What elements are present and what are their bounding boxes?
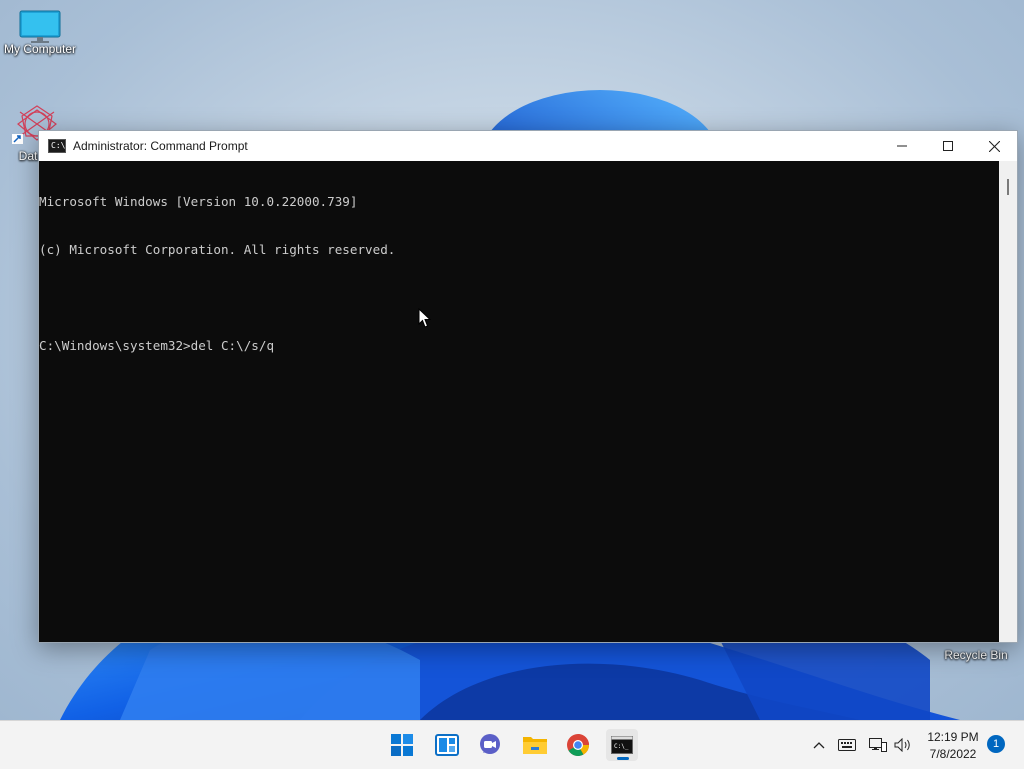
my-computer-shortcut[interactable]: My Computer <box>0 10 80 56</box>
clock[interactable]: 12:19 PM 7/8/2022 <box>918 729 988 763</box>
show-hidden-icons-button[interactable] <box>810 733 828 757</box>
chrome-button[interactable] <box>562 729 594 761</box>
keyboard-icon <box>838 739 856 751</box>
console-output[interactable]: Microsoft Windows [Version 10.0.22000.73… <box>39 161 999 643</box>
close-button[interactable] <box>971 131 1017 161</box>
recycle-bin-label: Recycle Bin <box>944 648 1008 662</box>
close-icon <box>988 140 1000 152</box>
network-indicator[interactable] <box>868 733 888 757</box>
keyboard-indicator[interactable] <box>837 733 857 757</box>
my-computer-label: My Computer <box>3 42 77 56</box>
window-title: Administrator: Command Prompt <box>73 139 248 153</box>
command-prompt-icon: C:\_ <box>611 736 633 754</box>
minimize-icon <box>897 145 907 147</box>
console-prompt-line[interactable]: C:\Windows\system32>del C:\/s/q <box>39 338 999 354</box>
mouse-cursor-icon <box>418 308 432 328</box>
taskbar: C:\_ 12:19 PM 7/8/2022 <box>0 720 1024 769</box>
windows-logo-icon <box>391 734 413 756</box>
maximize-icon <box>943 141 953 151</box>
widgets-icon <box>435 734 459 756</box>
chrome-icon <box>567 734 589 756</box>
maximize-button[interactable] <box>925 131 971 161</box>
volume-indicator[interactable] <box>893 733 913 757</box>
command-prompt-window[interactable]: C:\ Administrator: Command Prompt Micros… <box>38 130 1018 643</box>
console-line: (c) Microsoft Corporation. All rights re… <box>39 242 396 257</box>
clock-time: 12:19 PM <box>927 730 979 744</box>
notification-badge[interactable]: 1 <box>987 735 1005 753</box>
minimize-button[interactable] <box>879 131 925 161</box>
window-titlebar[interactable]: C:\ Administrator: Command Prompt <box>39 131 1017 161</box>
active-app-indicator <box>617 757 629 760</box>
chevron-up-icon <box>813 742 825 749</box>
scrollbar-thumb[interactable] <box>1007 179 1009 195</box>
network-icon <box>869 738 887 752</box>
monitor-icon <box>19 10 61 43</box>
vertical-scrollbar[interactable] <box>999 161 1017 642</box>
speaker-icon <box>894 738 910 752</box>
widgets-button[interactable] <box>431 729 463 761</box>
console-line: Microsoft Windows [Version 10.0.22000.73… <box>39 194 358 209</box>
chat-button[interactable] <box>474 729 506 761</box>
file-explorer-button[interactable] <box>519 729 551 761</box>
recycle-bin-shortcut[interactable]: Recycle Bin <box>936 646 1016 662</box>
svg-text:C:\_: C:\_ <box>614 743 629 750</box>
command-prompt-icon: C:\ <box>48 139 66 153</box>
folder-icon <box>523 737 547 754</box>
chat-icon <box>480 734 500 754</box>
start-button[interactable] <box>386 729 418 761</box>
clock-date: 7/8/2022 <box>929 747 977 761</box>
